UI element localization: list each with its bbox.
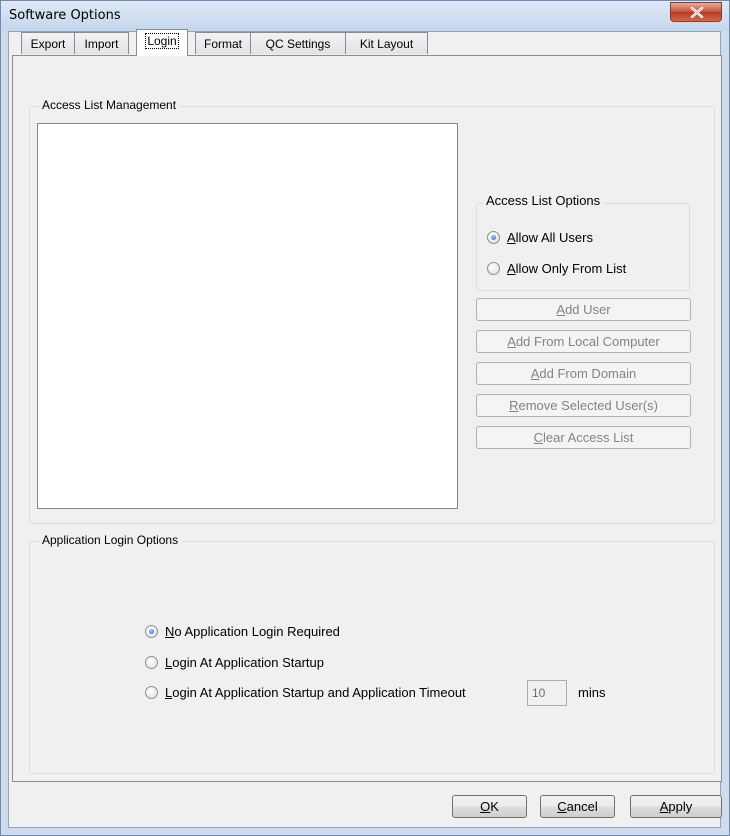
tab-import[interactable]: Import: [74, 32, 129, 54]
login-at-startup-label: Login At Application Startup: [165, 655, 325, 670]
access-list-options-group: [476, 203, 690, 291]
close-button[interactable]: [670, 2, 722, 22]
tab-export[interactable]: Export: [21, 32, 75, 54]
radio-unselected-icon: [145, 656, 158, 669]
title-bar[interactable]: Software Options: [1, 1, 729, 31]
cancel-button[interactable]: Cancel: [540, 795, 615, 818]
window-title: Software Options: [9, 8, 121, 23]
remove-selected-users-button[interactable]: Remove Selected User(s): [476, 394, 691, 417]
add-user-button[interactable]: Add User: [476, 298, 691, 321]
clear-access-list-button[interactable]: Clear Access List: [476, 426, 691, 449]
tab-kit-layout[interactable]: Kit Layout: [345, 32, 428, 54]
access-user-list[interactable]: [37, 123, 458, 509]
radio-unselected-icon: [145, 686, 158, 699]
application-login-options-title: Application Login Options: [39, 533, 182, 547]
allow-only-from-list-label: Allow Only From List: [507, 261, 627, 276]
access-list-options-title: Access List Options: [483, 194, 604, 208]
apply-button[interactable]: Apply: [630, 795, 722, 818]
timeout-minutes-input[interactable]: 10: [527, 680, 567, 706]
no-login-required-label: No Application Login Required: [165, 624, 340, 639]
tab-qc-settings[interactable]: QC Settings: [250, 32, 346, 54]
ok-button[interactable]: OK: [452, 795, 527, 818]
radio-unselected-icon: [487, 262, 500, 275]
allow-all-users-label: Allow All Users: [507, 230, 593, 245]
application-login-options-group: [29, 541, 715, 774]
radio-selected-icon: [145, 625, 158, 638]
radio-selected-icon: [487, 231, 500, 244]
timeout-unit-label: mins: [578, 685, 606, 700]
add-from-domain-button[interactable]: Add From Domain: [476, 362, 691, 385]
add-from-local-computer-button[interactable]: Add From Local Computer: [476, 330, 691, 353]
login-at-startup-and-timeout-label: Login At Application Startup and Applica…: [165, 685, 466, 700]
close-icon: [690, 7, 704, 18]
tab-format[interactable]: Format: [195, 32, 251, 54]
tab-login[interactable]: Login: [136, 29, 188, 56]
access-list-management-title: Access List Management: [39, 98, 180, 112]
